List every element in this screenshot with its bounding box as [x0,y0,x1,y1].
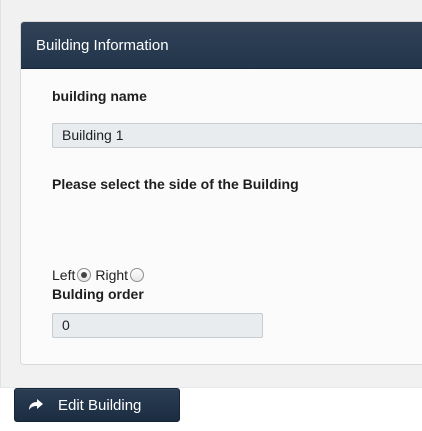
share-arrow-icon [27,397,45,413]
left-side-radio[interactable] [77,268,92,282]
building-name-input[interactable]: Building 1 [52,123,422,148]
building-order-input[interactable]: 0 [52,313,263,338]
building-side-prompt: Please select the side of the Building [52,176,299,192]
panel-title: Building Information [21,22,422,69]
edit-building-button[interactable]: Edit Building [14,388,180,422]
panel-body: building name Building 1 Please select t… [21,69,422,364]
edit-building-button-label: Edit Building [58,396,142,414]
left-side-label: Left [52,267,76,283]
right-side-label: Right [95,267,129,283]
building-information-panel: Building Information building name Build… [20,21,422,365]
building-name-label: building name [52,88,147,104]
building-form-screen: Building Information building name Build… [0,0,422,431]
building-order-label: Bulding order [52,286,144,302]
building-side-radio-group: Left Right [52,265,148,285]
right-side-radio[interactable] [130,268,145,282]
